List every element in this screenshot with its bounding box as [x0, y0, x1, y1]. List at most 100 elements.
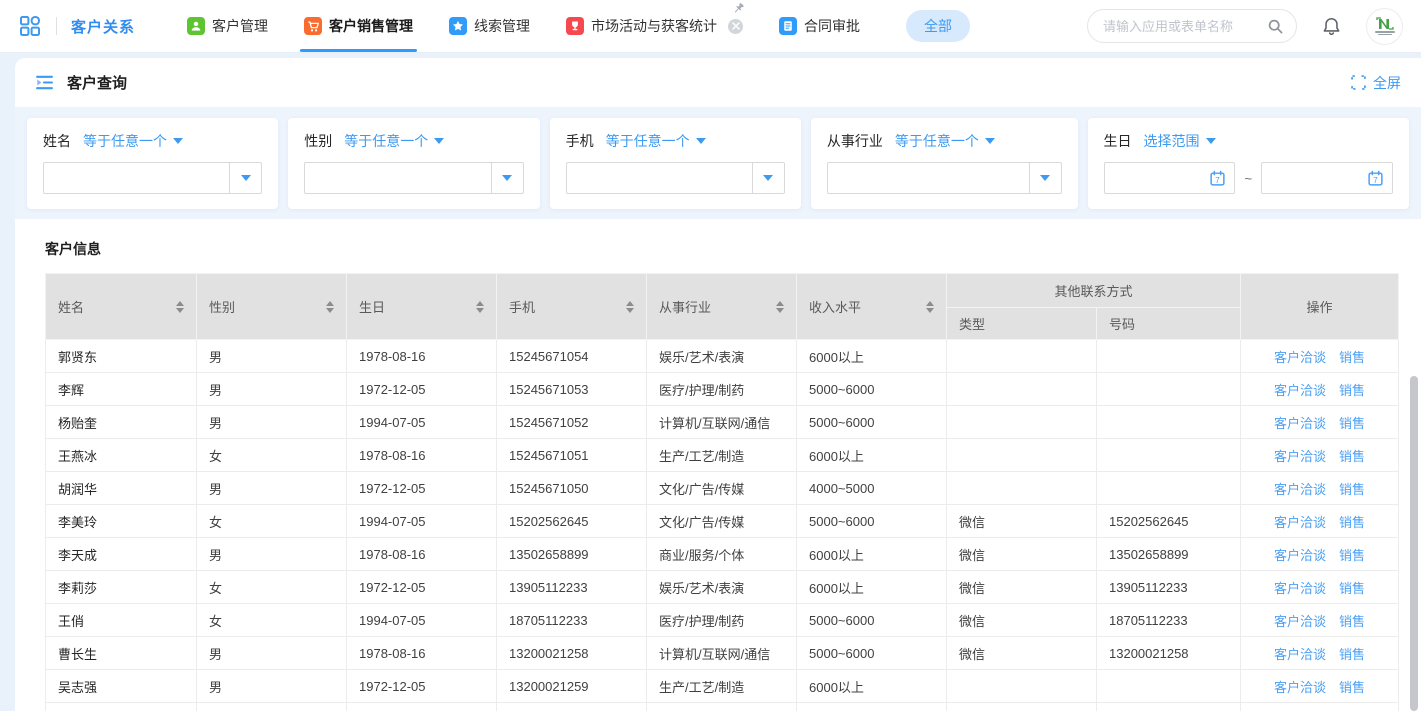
workspace-home-link[interactable]: 客户关系 — [71, 16, 135, 37]
sales-link[interactable]: 销售 — [1339, 614, 1365, 629]
cell-industry: 计算机/互联网/通信 — [647, 406, 797, 439]
cell-birthday: 1972-12-05 — [347, 571, 497, 604]
filter-label: 生日 — [1104, 131, 1132, 151]
cell-industry: 娱乐/艺术/表演 — [647, 571, 797, 604]
sales-link[interactable]: 销售 — [1339, 548, 1365, 563]
tab-label: 客户销售管理 — [329, 16, 413, 36]
tab-leads-management[interactable]: 线索管理 — [431, 0, 548, 52]
filter-operator-dropdown[interactable]: 等于任意一个 — [344, 131, 444, 151]
customer-negotiation-link[interactable]: 客户洽谈 — [1274, 482, 1326, 497]
user-avatar[interactable] — [1366, 8, 1403, 45]
all-apps-button[interactable]: 全部 — [906, 10, 970, 42]
sales-link[interactable]: 销售 — [1339, 449, 1365, 464]
cell-actions: 客户洽谈销售 — [1241, 670, 1399, 703]
customer-negotiation-link[interactable]: 客户洽谈 — [1274, 647, 1326, 662]
cell-phone: 13200021264 — [497, 703, 647, 711]
filter-operator-dropdown[interactable]: 选择范围 — [1144, 131, 1216, 151]
customer-negotiation-link[interactable]: 客户洽谈 — [1274, 581, 1326, 596]
cell-industry: 计算机/互联网/通信 — [647, 637, 797, 670]
cell-gender: 女 — [197, 505, 347, 538]
sort-icon[interactable] — [476, 301, 484, 313]
cart-icon — [304, 17, 322, 35]
filter-select-input[interactable] — [827, 162, 1062, 194]
menu-fold-icon[interactable] — [35, 73, 54, 92]
filter-select-input[interactable] — [43, 162, 262, 194]
vertical-scrollbar[interactable] — [1410, 376, 1418, 711]
cell-name: 李莉莎 — [46, 571, 197, 604]
customer-negotiation-link[interactable]: 客户洽谈 — [1274, 548, 1326, 563]
cell-birthday: 1972-12-05 — [347, 373, 497, 406]
pin-icon[interactable] — [732, 2, 745, 18]
sales-link[interactable]: 销售 — [1339, 647, 1365, 662]
sales-link[interactable]: 销售 — [1339, 383, 1365, 398]
cell-income: 5000~6000 — [797, 505, 947, 538]
sort-icon[interactable] — [926, 301, 934, 313]
cell-birthday: 1994-07-05 — [347, 505, 497, 538]
sort-icon[interactable] — [326, 301, 334, 313]
filter-select-input[interactable] — [304, 162, 523, 194]
chevron-down-icon — [434, 138, 444, 144]
top-nav: 客户关系 客户管理 客户销售管理线索管理市场活动与获客统计合同审批 全部 — [0, 0, 1421, 52]
cell-gender: 男 — [197, 703, 347, 711]
table-row: 胡润华男1972-12-0515245671050文化/广告/传媒4000~50… — [46, 472, 1399, 505]
chevron-down-icon[interactable] — [752, 163, 784, 193]
chevron-down-icon[interactable] — [1029, 163, 1061, 193]
date-to-input[interactable]: 7 — [1261, 162, 1393, 194]
filter-operator-dropdown[interactable]: 等于任意一个 — [83, 131, 183, 151]
customer-negotiation-link[interactable]: 客户洽谈 — [1274, 614, 1326, 629]
cell-actions: 客户洽谈销售 — [1241, 373, 1399, 406]
cell-industry: 文化/广告/传媒 — [647, 703, 797, 711]
sales-link[interactable]: 销售 — [1339, 416, 1365, 431]
sales-link[interactable]: 销售 — [1339, 482, 1365, 497]
customer-negotiation-link[interactable]: 客户洽谈 — [1274, 350, 1326, 365]
customer-negotiation-link[interactable]: 客户洽谈 — [1274, 416, 1326, 431]
main-content-card: 客户查询 全屏 姓名等于任意一个性别等于任意一个手机等于任意一个从事行业等于任意… — [15, 58, 1421, 711]
sales-link[interactable]: 销售 — [1339, 581, 1365, 596]
sort-icon[interactable] — [776, 301, 784, 313]
calendar-icon[interactable]: 7 — [1209, 170, 1226, 187]
cell-gender: 女 — [197, 571, 347, 604]
cell-actions: 客户洽谈销售 — [1241, 340, 1399, 373]
cell-gender: 男 — [197, 406, 347, 439]
cell-birthday: 1978-08-16 — [347, 340, 497, 373]
sales-link[interactable]: 销售 — [1339, 515, 1365, 530]
tab-customer-sales-management[interactable]: 客户销售管理 — [286, 0, 431, 52]
customer-negotiation-link[interactable]: 客户洽谈 — [1274, 449, 1326, 464]
date-from-input[interactable]: 7 — [1104, 162, 1236, 194]
sort-icon[interactable] — [626, 301, 634, 313]
cell-name: 胡润华 — [46, 472, 197, 505]
calendar-icon[interactable]: 7 — [1367, 170, 1384, 187]
cell-contact-type: 微信 — [947, 538, 1097, 571]
search-icon[interactable] — [1267, 18, 1284, 35]
table-row: 李莉莎女1972-12-0513905112233娱乐/艺术/表演6000以上微… — [46, 571, 1399, 604]
cell-contact-number — [1097, 439, 1241, 472]
customer-negotiation-link[interactable]: 客户洽谈 — [1274, 680, 1326, 695]
cell-name: 曹长生 — [46, 637, 197, 670]
cell-income: 6000以上 — [797, 670, 947, 703]
chevron-down-icon — [173, 138, 183, 144]
fullscreen-button[interactable]: 全屏 — [1351, 73, 1401, 93]
chevron-down-icon[interactable] — [491, 163, 523, 193]
tab-customer-management[interactable]: 客户管理 — [169, 0, 286, 52]
search-input[interactable] — [1103, 19, 1267, 34]
table-row: 杨安春男1994-09-1413200021264文化/广告/传媒4000~50… — [46, 703, 1399, 711]
sales-link[interactable]: 销售 — [1339, 680, 1365, 695]
cell-name: 李天成 — [46, 538, 197, 571]
notifications-bell-icon[interactable] — [1321, 16, 1342, 37]
tab-marketing-stats[interactable]: 市场活动与获客统计 — [548, 0, 761, 52]
column-header-industry: 从事行业 — [647, 274, 797, 340]
cell-contact-type — [947, 472, 1097, 505]
filter-operator-dropdown[interactable]: 等于任意一个 — [606, 131, 706, 151]
customer-negotiation-link[interactable]: 客户洽谈 — [1274, 383, 1326, 398]
close-tab-icon[interactable] — [728, 19, 743, 34]
filter-label: 性别 — [304, 131, 332, 151]
apps-grid-icon[interactable] — [18, 14, 42, 38]
chevron-down-icon[interactable] — [229, 163, 261, 193]
sort-icon[interactable] — [176, 301, 184, 313]
filter-select-input[interactable] — [566, 162, 785, 194]
global-search[interactable] — [1087, 9, 1297, 43]
filter-operator-dropdown[interactable]: 等于任意一个 — [895, 131, 995, 151]
customer-negotiation-link[interactable]: 客户洽谈 — [1274, 515, 1326, 530]
sales-link[interactable]: 销售 — [1339, 350, 1365, 365]
tab-contract-approval[interactable]: 合同审批 — [761, 0, 878, 52]
